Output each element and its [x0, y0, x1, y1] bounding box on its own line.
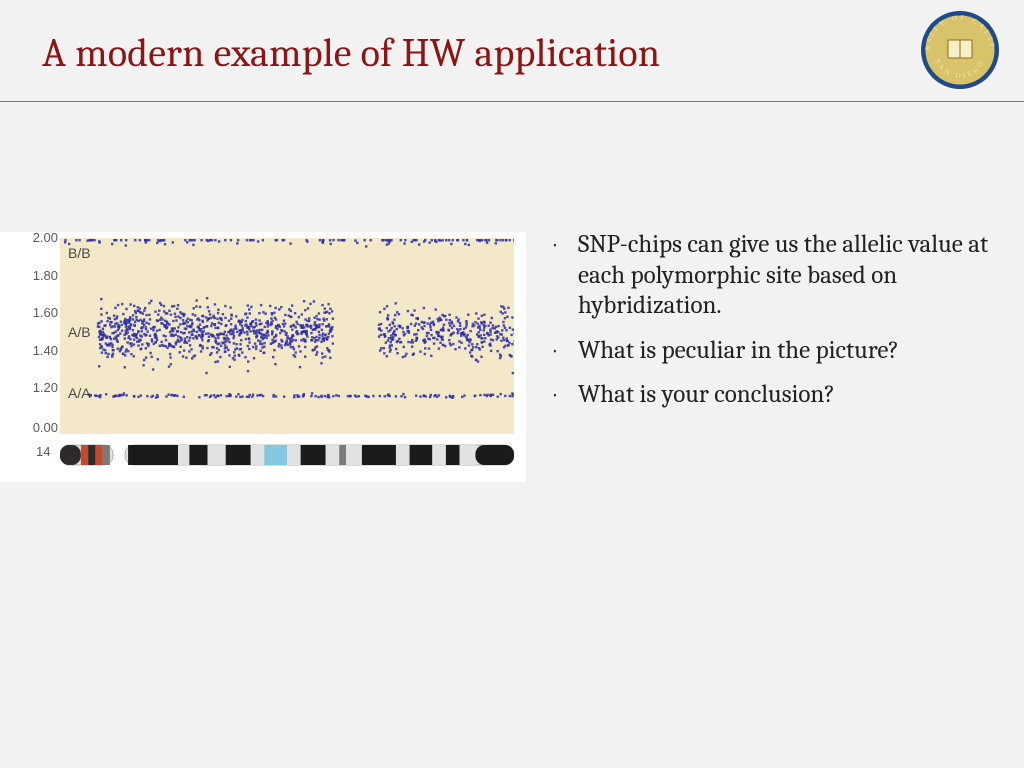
bullet-list: SNP-chips can give us the allelic value … — [542, 230, 994, 425]
y-tick: 1.20 — [26, 380, 58, 395]
plot-area — [60, 238, 514, 434]
y-tick: 1.60 — [26, 305, 58, 320]
genotype-label: A/B — [68, 324, 91, 340]
bullet-item: What is peculiar in the picture? — [542, 336, 994, 367]
slide-title: A modern example of HW application — [42, 30, 660, 76]
ucsd-seal-icon: UNIVERSITY OF CALIFORNIA SAN DIEGO — [920, 10, 1000, 90]
chromosome-ideogram — [60, 443, 514, 467]
y-tick: 2.00 — [26, 230, 58, 245]
y-tick: 0.00 — [26, 420, 58, 435]
snp-allele-frequency-figure: Allele frequency 2.00 1.80 1.60 1.40 1.20 0.0… — [0, 232, 526, 482]
genotype-label: A/A — [68, 385, 91, 401]
y-tick: 1.80 — [26, 268, 58, 283]
chromosome-number: 14 — [36, 444, 50, 459]
scatter-plot — [60, 238, 514, 434]
genotype-label: B/B — [68, 245, 91, 261]
bullet-item: SNP-chips can give us the allelic value … — [542, 230, 994, 322]
header: A modern example of HW application UNIVE… — [0, 0, 1024, 102]
y-axis-label: Allele frequency — [0, 355, 69, 373]
y-tick: 1.40 — [26, 343, 58, 358]
bullet-item: What is your conclusion? — [542, 380, 994, 411]
